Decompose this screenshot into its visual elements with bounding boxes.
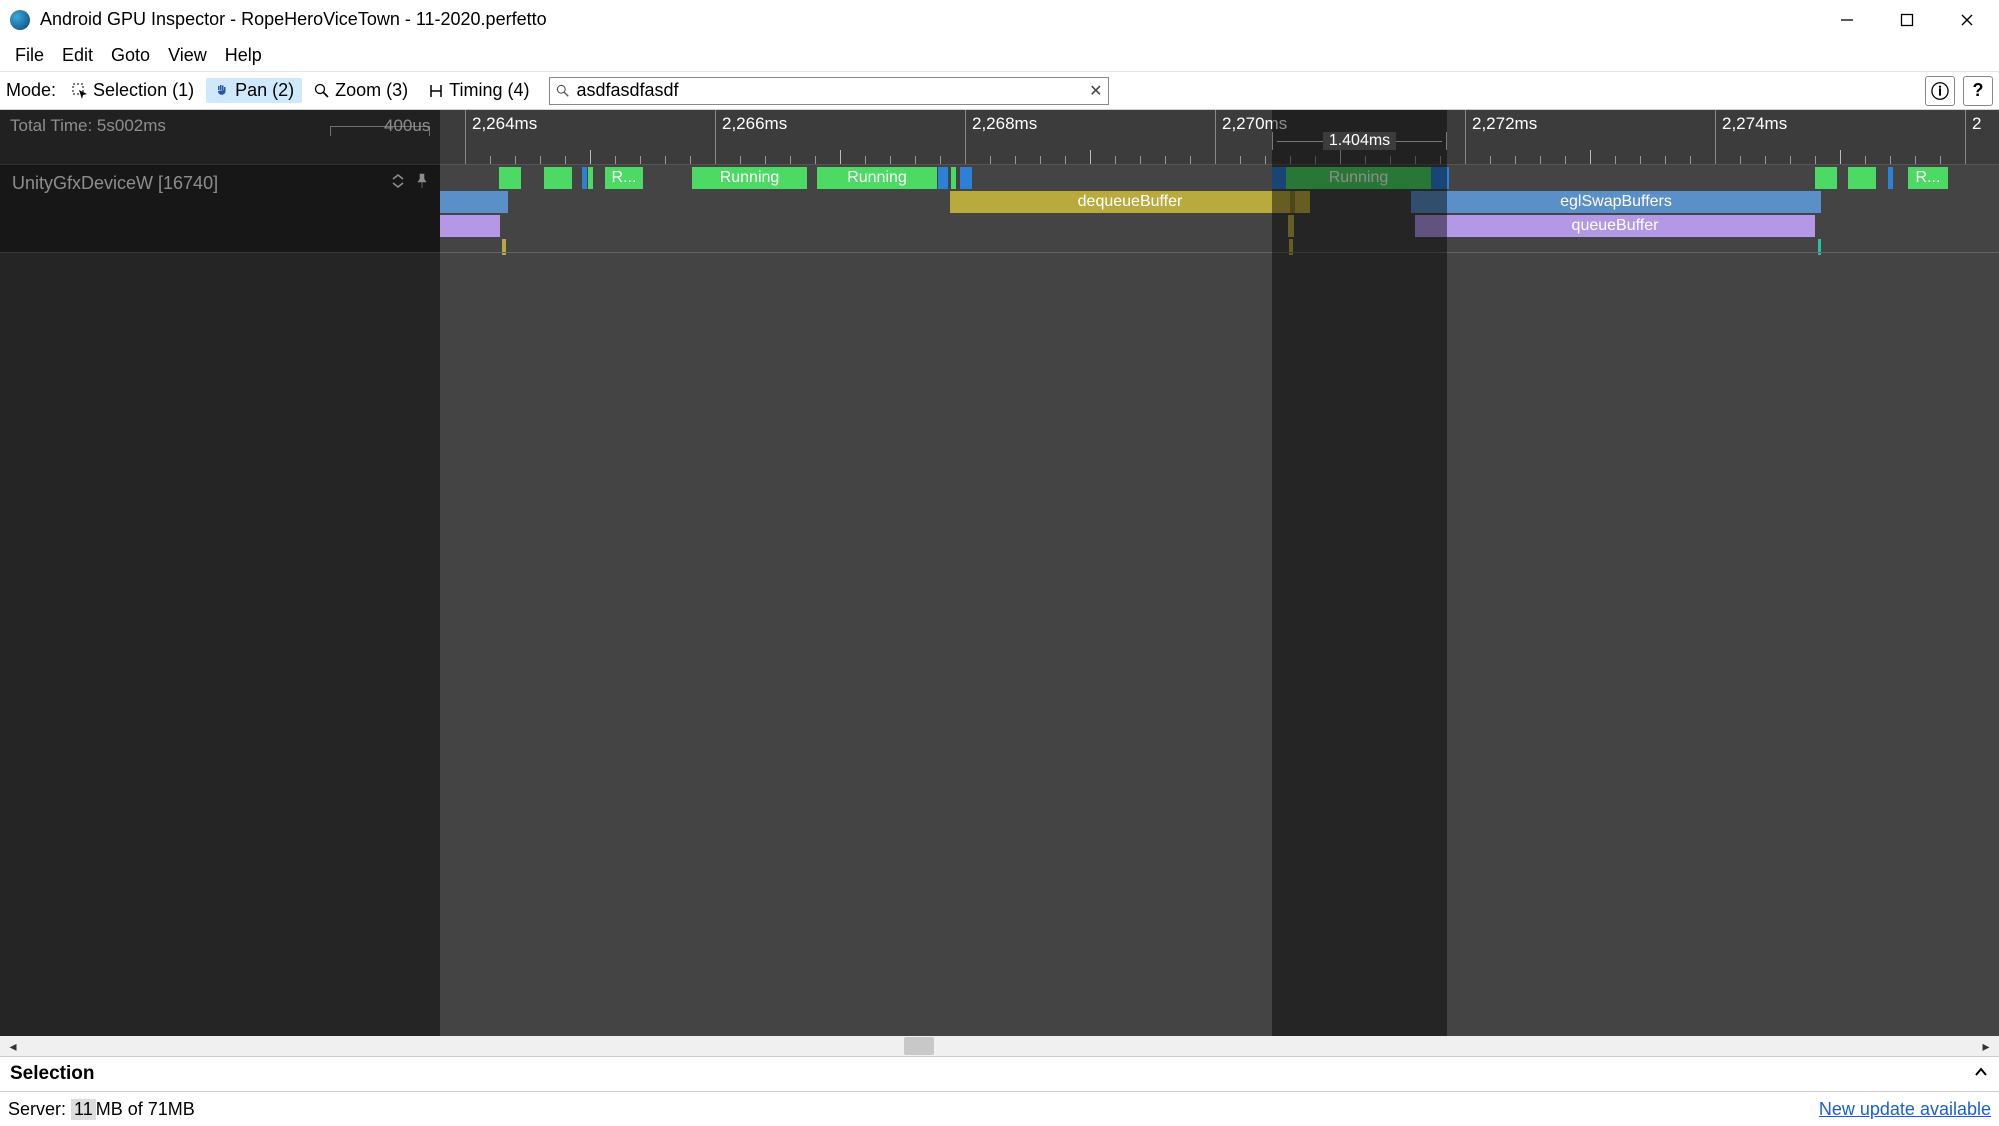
toolbar: Mode: Selection (1) Pan (2) Zoom (3) Tim… <box>0 72 1999 110</box>
menu-file[interactable]: File <box>6 42 53 69</box>
selection-icon <box>72 83 88 99</box>
minimize-icon <box>1840 13 1854 27</box>
ruler-tick: 2,274ms <box>1715 110 1787 164</box>
selection-panel[interactable]: Selection <box>0 1056 1999 1092</box>
slice-blue[interactable] <box>1431 167 1449 189</box>
menubar: File Edit Goto View Help <box>0 40 1999 72</box>
track-header[interactable]: UnityGfxDeviceW [16740] <box>0 164 440 252</box>
mode-zoom[interactable]: Zoom (3) <box>306 78 416 103</box>
mode-label: Mode: <box>6 80 56 101</box>
ruler-tick: 2,266ms <box>715 110 787 164</box>
close-button[interactable] <box>1937 0 1997 40</box>
scroll-track[interactable] <box>22 1037 1977 1055</box>
ruler-tick: 2,272ms <box>1465 110 1537 164</box>
search-input[interactable] <box>576 80 1083 101</box>
slice-running-short[interactable]: R... <box>605 167 643 189</box>
tracks: UnityGfxDeviceW [16740] R... Running Run… <box>0 164 1999 252</box>
mode-pan-label: Pan (2) <box>235 80 294 101</box>
timing-icon <box>428 83 444 99</box>
slice-blue[interactable] <box>1888 167 1893 189</box>
scale-label: 400us <box>384 116 430 136</box>
scroll-left-button[interactable]: ◂ <box>4 1037 22 1055</box>
menu-view[interactable]: View <box>159 42 216 69</box>
chevron-up-icon <box>1973 1064 1989 1080</box>
slice-blue[interactable] <box>440 191 508 213</box>
track-divider <box>0 252 1999 253</box>
selection-range: 1.404ms <box>1272 132 1447 150</box>
slice-blue[interactable] <box>1272 167 1286 189</box>
window-title: Android GPU Inspector - RopeHeroViceTown… <box>40 9 547 30</box>
server-mem-used: 11 <box>71 1099 96 1120</box>
statusbar: Server: 11 MB of 71MB New update availab… <box>0 1092 1999 1126</box>
slice-purple[interactable] <box>440 215 500 237</box>
ruler-tick: 2,264ms <box>465 110 537 164</box>
mode-timing-label: Timing (4) <box>449 80 529 101</box>
mode-timing[interactable]: Timing (4) <box>420 78 537 103</box>
mode-selection[interactable]: Selection (1) <box>64 78 202 103</box>
slice-blue[interactable] <box>960 167 972 189</box>
slice-running[interactable]: Running <box>692 167 807 189</box>
titlebar: Android GPU Inspector - RopeHeroViceTown… <box>0 0 1999 40</box>
pan-icon <box>214 83 230 99</box>
mode-selection-label: Selection (1) <box>93 80 194 101</box>
menu-goto[interactable]: Goto <box>102 42 159 69</box>
ruler-tick: 2 <box>1965 110 1981 164</box>
slice-running[interactable]: Running <box>817 167 937 189</box>
slice-blue[interactable] <box>938 167 948 189</box>
help-button[interactable]: ? <box>1963 76 1993 106</box>
track-name: UnityGfxDeviceW [16740] <box>12 173 218 194</box>
track-row: UnityGfxDeviceW [16740] R... Running Run… <box>0 164 1999 252</box>
scroll-right-button[interactable]: ▸ <box>1977 1037 1995 1055</box>
slice-green[interactable] <box>544 167 572 189</box>
selection-duration: 1.404ms <box>1323 132 1396 150</box>
slice-dequeue[interactable]: dequeueBuffer <box>950 191 1310 213</box>
slice-green[interactable] <box>1815 167 1837 189</box>
menu-edit[interactable]: Edit <box>53 42 102 69</box>
search-box[interactable]: ✕ <box>549 77 1109 105</box>
mode-pan[interactable]: Pan (2) <box>206 78 302 103</box>
time-ruler[interactable]: Total Time: 5s002ms 400us 2,264ms 2,266m… <box>0 110 1999 164</box>
info-icon: ⓘ <box>1931 78 1949 104</box>
slice-eglswap[interactable]: eglSwapBuffers <box>1411 191 1821 213</box>
mode-zoom-label: Zoom (3) <box>335 80 408 101</box>
slice-olive[interactable] <box>1288 215 1294 237</box>
close-icon <box>1960 13 1974 27</box>
slice-green[interactable] <box>588 167 593 189</box>
slice-olive[interactable] <box>1290 191 1295 213</box>
slice-green[interactable] <box>1848 167 1876 189</box>
maximize-icon <box>1900 13 1914 27</box>
info-button[interactable]: ⓘ <box>1925 76 1955 106</box>
slice-running-short[interactable]: R... <box>1908 167 1948 189</box>
server-label: Server: <box>8 1099 66 1120</box>
menu-help[interactable]: Help <box>216 42 271 69</box>
trace-area[interactable]: Total Time: 5s002ms 400us 2,264ms 2,266m… <box>0 110 1999 1036</box>
search-icon <box>556 84 570 98</box>
minimize-button[interactable] <box>1817 0 1877 40</box>
maximize-button[interactable] <box>1877 0 1937 40</box>
search-clear[interactable]: ✕ <box>1089 81 1102 101</box>
slice-green[interactable] <box>499 167 521 189</box>
total-time-label: Total Time: 5s002ms <box>10 116 166 136</box>
slice-green[interactable] <box>951 167 956 189</box>
zoom-icon <box>314 83 330 99</box>
update-link[interactable]: New update available <box>1819 1099 1991 1120</box>
track-body[interactable]: R... Running Running Running R... dequeu… <box>440 164 1999 252</box>
expand-panel-button[interactable] <box>1973 1064 1989 1085</box>
server-mem-rest: MB of 71MB <box>96 1099 195 1120</box>
app-icon <box>10 10 30 30</box>
selection-panel-title: Selection <box>10 1063 94 1085</box>
slice-queue[interactable]: queueBuffer <box>1415 215 1815 237</box>
help-icon: ? <box>1973 80 1984 101</box>
slice-blue[interactable] <box>582 167 587 189</box>
slice-running[interactable]: Running <box>1286 167 1431 189</box>
pin-icon[interactable] <box>414 173 430 189</box>
horizontal-scrollbar[interactable]: ◂ ▸ <box>0 1036 1999 1056</box>
scroll-thumb[interactable] <box>904 1037 934 1055</box>
ruler-tick: 2,268ms <box>965 110 1037 164</box>
collapse-icon[interactable] <box>390 173 406 189</box>
